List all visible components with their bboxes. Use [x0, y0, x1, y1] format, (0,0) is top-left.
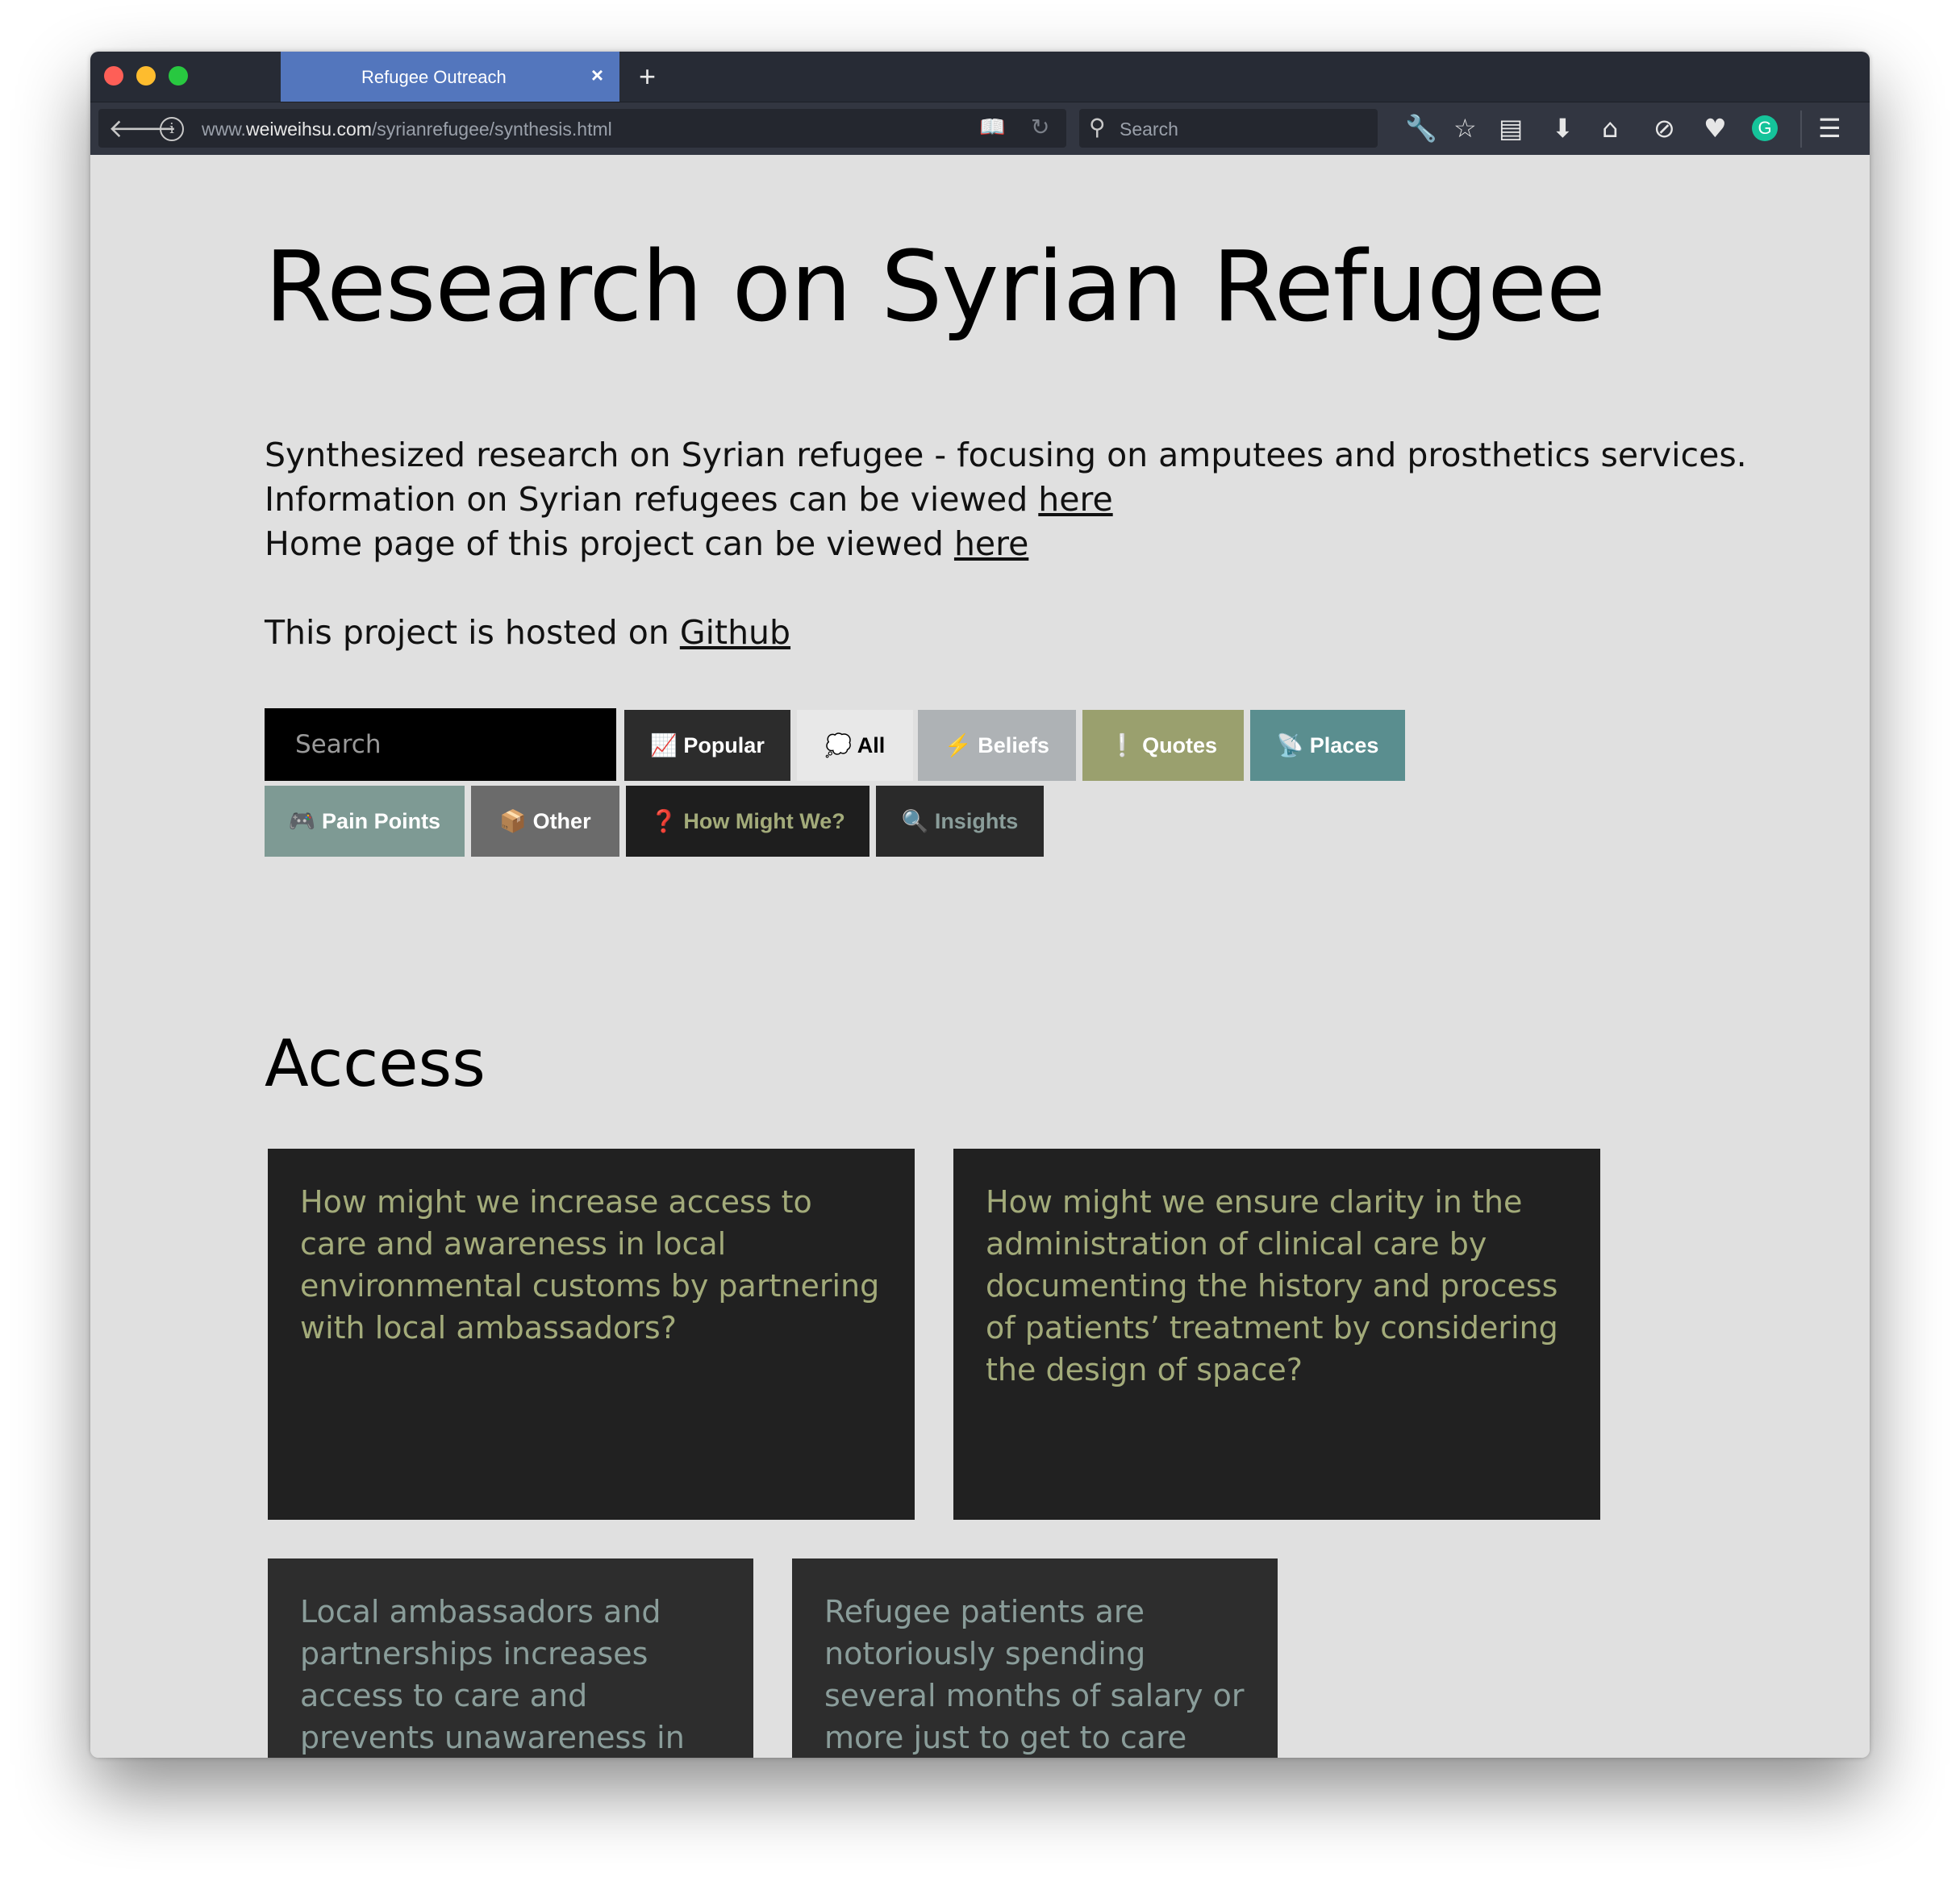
intro-info-text: Information on Syrian refugees can be vi… [265, 480, 1039, 519]
how-might-we-card[interactable]: How might we increase access to care and… [268, 1149, 915, 1520]
refugee-info-link[interactable]: here [1038, 480, 1112, 519]
intro-home-line: Home page of this project can be viewed … [265, 524, 1028, 563]
filter-all-button[interactable]: 💭 All [797, 710, 913, 781]
package-icon: 📦 [499, 809, 528, 833]
pocket-icon[interactable]: ♥ [1704, 112, 1727, 144]
filter-beliefs-button[interactable]: ⚡ Beliefs [918, 710, 1076, 781]
home-page-link[interactable]: here [954, 524, 1028, 563]
url-field[interactable]: www.weiweihsu.com/syrianrefugee/synthesi… [202, 119, 612, 140]
browser-search-bar[interactable]: ⚲ Search [1079, 109, 1378, 148]
thought-bubble-icon: 💭 [824, 733, 853, 757]
filter-other-button[interactable]: 📦 Other [471, 786, 619, 857]
github-link[interactable]: Github [680, 613, 790, 652]
browser-search-input[interactable]: Search [1120, 119, 1178, 140]
filter-label: Popular [683, 733, 765, 757]
filter-label: Other [532, 809, 591, 833]
tracking-protection-icon[interactable]: ⊘ [1653, 112, 1675, 144]
satellite-icon: 📡 [1276, 733, 1304, 757]
url-prefix: www. [202, 119, 246, 140]
home-icon[interactable]: ⌂ [1602, 112, 1618, 144]
filter-label: How Might We? [683, 809, 845, 833]
reader-view-icon[interactable]: 📖 [979, 115, 1005, 140]
bookmark-star-icon[interactable]: ☆ [1453, 112, 1477, 144]
lightning-icon: ⚡ [945, 733, 972, 757]
tab-title: Refugee Outreach [361, 67, 507, 87]
info-icon[interactable]: i [160, 117, 184, 141]
how-might-we-card[interactable]: How might we ensure clarity in the admin… [953, 1149, 1600, 1520]
filter-label: Quotes [1142, 733, 1218, 757]
wrench-icon[interactable]: 🔧 [1405, 112, 1437, 144]
filter-how-might-we-button[interactable]: ❓ How Might We? [626, 786, 869, 857]
insight-card[interactable]: Local ambassadors and partnerships incre… [268, 1558, 753, 1758]
close-tab-icon[interactable]: × [591, 63, 603, 88]
intro-info-line: Information on Syrian refugees can be vi… [265, 480, 1113, 519]
intro-description: Synthesized research on Syrian refugee -… [265, 436, 1747, 474]
search-icon: ⚲ [1089, 114, 1106, 140]
zoom-window-button[interactable] [169, 66, 188, 86]
gamepad-icon: 🎮 [288, 809, 316, 833]
toolbar-divider [1800, 111, 1802, 148]
close-window-button[interactable] [104, 66, 123, 86]
grammarly-icon[interactable]: G [1752, 115, 1778, 141]
page-title: Research on Syrian Refugee [265, 232, 1606, 344]
filter-label: Insights [934, 809, 1019, 833]
filter-pain-points-button[interactable]: 🎮 Pain Points [265, 786, 465, 857]
filter-label: Places [1309, 733, 1379, 757]
minimize-window-button[interactable] [136, 66, 156, 86]
new-tab-button[interactable]: + [639, 60, 656, 94]
browser-window: Refugee Outreach × + 🡐 i www.weiweihsu.c… [90, 52, 1870, 1758]
insight-card[interactable]: Refugee patients are notoriously spendin… [792, 1558, 1278, 1758]
reading-list-icon[interactable]: ▤ [1499, 112, 1523, 144]
tab-bar: Refugee Outreach × + [90, 52, 1870, 102]
section-title: Access [265, 1026, 486, 1101]
filter-insights-button[interactable]: 🔍 Insights [876, 786, 1044, 857]
hamburger-menu-icon[interactable]: ☰ [1818, 112, 1841, 144]
question-mark-icon: ❓ [650, 809, 678, 833]
url-path: /syrianrefugee/synthesis.html [371, 119, 612, 140]
filter-popular-button[interactable]: 📈 Popular [624, 710, 790, 781]
navigation-toolbar: 🡐 i www.weiweihsu.com/syrianrefugee/synt… [90, 102, 1870, 156]
exclamation-icon: ❕ [1108, 733, 1136, 757]
filter-search-input[interactable]: Search [265, 708, 616, 781]
filter-label: All [857, 733, 886, 757]
tab-refugee-outreach[interactable]: Refugee Outreach × [281, 52, 619, 102]
filter-quotes-button[interactable]: ❕ Quotes [1082, 710, 1244, 781]
address-bar[interactable]: 🡐 i www.weiweihsu.com/syrianrefugee/synt… [98, 109, 1066, 148]
reload-icon[interactable]: ↻ [1031, 114, 1049, 140]
chart-icon: 📈 [650, 733, 678, 757]
download-icon[interactable]: ⬇ [1552, 112, 1574, 144]
filter-label: Beliefs [978, 733, 1049, 757]
intro-github-text: This project is hosted on [265, 613, 680, 652]
url-domain: weiweihsu.com [245, 119, 372, 140]
page-content: Research on Syrian Refugee Synthesized r… [90, 155, 1870, 1758]
intro-github-line: This project is hosted on Github [265, 613, 790, 652]
filter-places-button[interactable]: 📡 Places [1250, 710, 1405, 781]
magnifier-icon: 🔍 [901, 809, 929, 833]
filter-label: Pain Points [322, 809, 441, 833]
intro-home-text: Home page of this project can be viewed [265, 524, 954, 563]
